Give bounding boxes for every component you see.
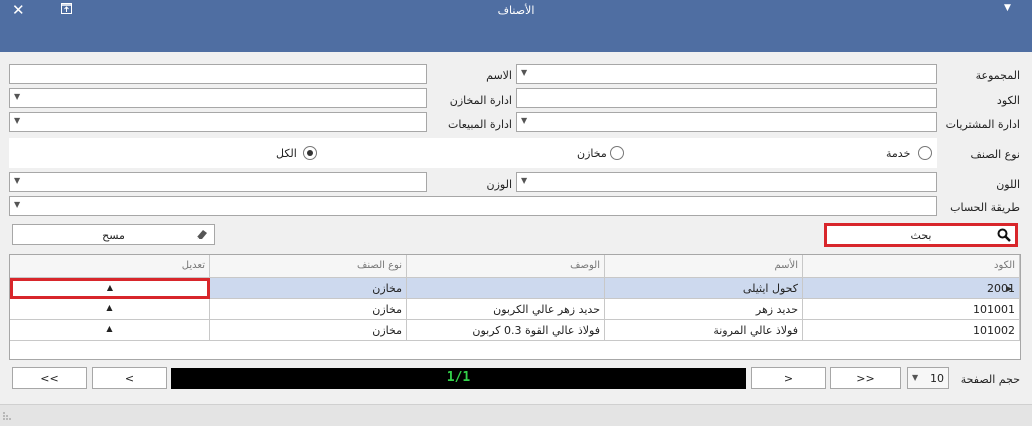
calc-method-select[interactable]: ▼ bbox=[9, 196, 937, 216]
warehouse-mgmt-select[interactable]: ▼ bbox=[9, 88, 427, 108]
cell-description[interactable]: فولاذ عالي القوة 0.3 كربون bbox=[407, 320, 605, 341]
resize-grip-icon[interactable] bbox=[2, 411, 12, 421]
cell-code[interactable]: 101002 bbox=[803, 320, 1020, 341]
item-type-label: نوع الصنف bbox=[970, 148, 1020, 161]
chevron-down-icon: ▼ bbox=[521, 176, 528, 185]
chevron-down-icon: ▼ bbox=[14, 92, 21, 101]
sales-mgmt-label: ادارة المبيعات bbox=[447, 118, 512, 131]
window-menu-icon[interactable]: ▼ bbox=[1004, 3, 1011, 13]
chevron-down-icon: ▼ bbox=[14, 200, 21, 209]
cell-code[interactable]: 101001 bbox=[803, 299, 1020, 320]
page-size-value: 10 bbox=[930, 372, 944, 385]
cell-name[interactable]: حديد زهر bbox=[605, 299, 803, 320]
color-label: اللون bbox=[996, 178, 1020, 191]
name-label: الاسم bbox=[486, 69, 512, 82]
page-size-select[interactable]: ▼ 10 bbox=[907, 367, 949, 389]
sales-mgmt-select[interactable]: ▼ bbox=[9, 112, 427, 132]
calc-method-label: طريقة الحساب bbox=[950, 201, 1020, 214]
code-label: الكود bbox=[996, 94, 1020, 107]
next-page-button[interactable]: < bbox=[92, 367, 167, 389]
eraser-icon bbox=[196, 230, 207, 240]
chevron-down-icon: ▼ bbox=[521, 116, 528, 125]
color-select[interactable]: ▼ bbox=[516, 172, 937, 192]
search-icon bbox=[997, 228, 1011, 242]
clear-button[interactable]: مسح bbox=[12, 224, 215, 245]
first-page-button[interactable]: >> bbox=[830, 367, 901, 389]
chevron-down-icon: ▼ bbox=[14, 116, 21, 125]
weight-label: الوزن bbox=[486, 178, 512, 191]
chevron-down-icon: ▼ bbox=[912, 373, 919, 382]
cell-description[interactable] bbox=[407, 278, 605, 299]
search-button[interactable]: بحث bbox=[824, 223, 1018, 247]
status-bar bbox=[0, 404, 1032, 426]
radio-all-label: الكل bbox=[276, 147, 297, 160]
code-input[interactable] bbox=[516, 88, 937, 108]
radio-service[interactable] bbox=[918, 146, 932, 160]
cell-edit-button[interactable]: ▲ bbox=[10, 299, 210, 320]
cell-description[interactable]: حديد زهر عالي الكربون bbox=[407, 299, 605, 320]
column-header-name[interactable]: الأسم bbox=[605, 255, 803, 278]
radio-warehouses-label: مخازن bbox=[577, 147, 607, 160]
column-header-code[interactable]: الكود bbox=[803, 255, 1020, 278]
warehouse-mgmt-label: ادارة المخازن bbox=[449, 94, 512, 107]
column-header-edit[interactable]: تعديل bbox=[10, 255, 210, 278]
prev-page-button[interactable]: > bbox=[751, 367, 826, 389]
name-input[interactable] bbox=[9, 64, 427, 84]
cell-name[interactable]: كحول ايثيلى bbox=[605, 278, 803, 299]
weight-select[interactable]: ▼ bbox=[9, 172, 427, 192]
cell-code[interactable]: 2001 bbox=[803, 278, 1020, 299]
search-button-label: بحث bbox=[910, 229, 932, 242]
chevron-down-icon: ▼ bbox=[14, 176, 21, 185]
page-indicator: 1/1 bbox=[171, 368, 746, 389]
column-header-description[interactable]: الوصف bbox=[407, 255, 605, 278]
last-page-button[interactable]: << bbox=[12, 367, 87, 389]
column-header-type[interactable]: نوع الصنف bbox=[210, 255, 407, 278]
purchases-mgmt-select[interactable]: ▼ bbox=[516, 112, 937, 132]
group-label: المجموعة bbox=[975, 69, 1020, 82]
radio-service-label: خدمة bbox=[886, 147, 911, 160]
items-grid: الكود الأسم الوصف نوع الصنف تعديل 2001 ك… bbox=[9, 254, 1021, 360]
clear-button-label: مسح bbox=[102, 229, 125, 242]
window-title: الأصناف bbox=[497, 4, 535, 17]
radio-all[interactable] bbox=[303, 146, 317, 160]
cell-type[interactable]: مخازن bbox=[210, 320, 407, 341]
page-size-label: حجم الصفحة bbox=[960, 373, 1020, 386]
title-bar: ✕ الأصناف ▼ bbox=[0, 0, 1032, 52]
cell-edit-button[interactable]: ▲ bbox=[10, 278, 210, 299]
purchases-mgmt-label: ادارة المشتريات bbox=[945, 118, 1020, 131]
chevron-down-icon: ▼ bbox=[521, 68, 528, 77]
cell-type[interactable]: مخازن bbox=[210, 299, 407, 320]
item-type-radio-group: خدمة مخازن الكل bbox=[9, 138, 937, 168]
cell-edit-button[interactable]: ▲ bbox=[10, 320, 210, 341]
row-indicator-icon: ▶ bbox=[1006, 284, 1013, 293]
cell-name[interactable]: فولاذ عالي المرونة bbox=[605, 320, 803, 341]
cell-type[interactable]: مخازن bbox=[210, 278, 407, 299]
radio-warehouses[interactable] bbox=[610, 146, 624, 160]
group-select[interactable]: ▼ bbox=[516, 64, 937, 84]
